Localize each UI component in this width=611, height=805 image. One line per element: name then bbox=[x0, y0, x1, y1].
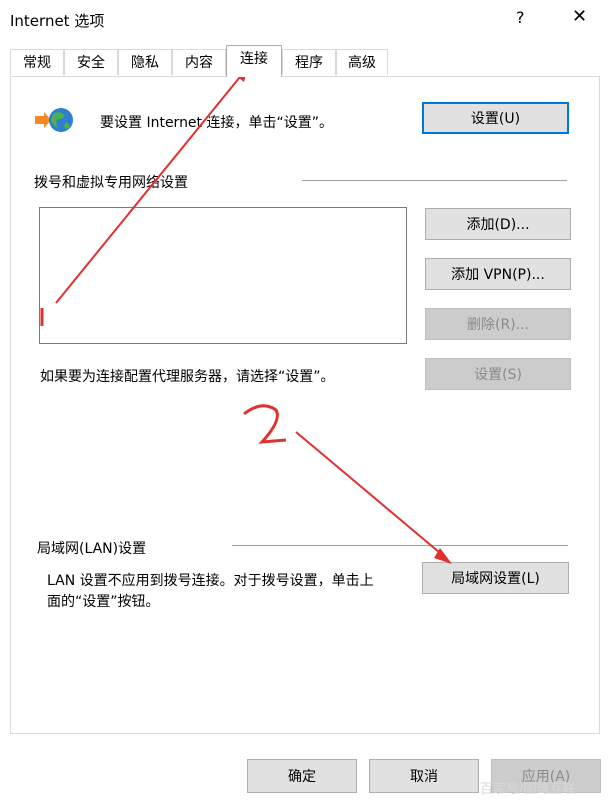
internet-globe-icon bbox=[35, 108, 73, 132]
tab-programs[interactable]: 程序 bbox=[282, 49, 336, 75]
window-title: Internet 选项 bbox=[10, 12, 105, 30]
dialup-settings-button[interactable]: 设置(S) bbox=[425, 358, 571, 390]
dialup-divider bbox=[302, 180, 567, 181]
lan-settings-button[interactable]: 局域网设置(L) bbox=[422, 562, 569, 594]
add-vpn-button[interactable]: 添加 VPN(P)... bbox=[425, 258, 571, 290]
remove-button[interactable]: 删除(R)... bbox=[425, 308, 571, 340]
lan-divider bbox=[232, 545, 568, 546]
tab-advanced[interactable]: 高级 bbox=[336, 49, 388, 75]
tab-security[interactable]: 安全 bbox=[64, 49, 118, 75]
setup-description: 要设置 Internet 连接，单击“设置”。 bbox=[100, 115, 333, 131]
ok-button[interactable]: 确定 bbox=[247, 759, 357, 793]
title-bar: Internet 选项 ? ✕ bbox=[0, 0, 611, 40]
add-button[interactable]: 添加(D)... bbox=[425, 208, 571, 240]
help-icon[interactable]: ? bbox=[516, 8, 525, 27]
lan-description-line2: 面的“设置”按钮。 bbox=[47, 594, 160, 610]
connections-list[interactable] bbox=[39, 207, 407, 344]
cancel-button[interactable]: 取消 bbox=[369, 759, 479, 793]
dialup-section-label: 拨号和虚拟专用网络设置 bbox=[34, 175, 188, 191]
tab-privacy[interactable]: 隐私 bbox=[118, 49, 172, 75]
setup-button[interactable]: 设置(U) bbox=[422, 102, 569, 134]
tab-connections[interactable]: 连接 bbox=[226, 45, 282, 77]
lan-description-line1: LAN 设置不应用到拨号连接。对于拨号设置，单击上 bbox=[47, 573, 374, 589]
tab-content[interactable]: 内容 bbox=[172, 49, 226, 75]
tab-general[interactable]: 常规 bbox=[10, 49, 64, 75]
close-icon[interactable]: ✕ bbox=[572, 6, 587, 27]
proxy-hint-text: 如果要为连接配置代理服务器，请选择“设置”。 bbox=[40, 369, 335, 385]
watermark: 百家号/国哥互联 bbox=[480, 782, 576, 797]
lan-section-label: 局域网(LAN)设置 bbox=[37, 541, 147, 557]
